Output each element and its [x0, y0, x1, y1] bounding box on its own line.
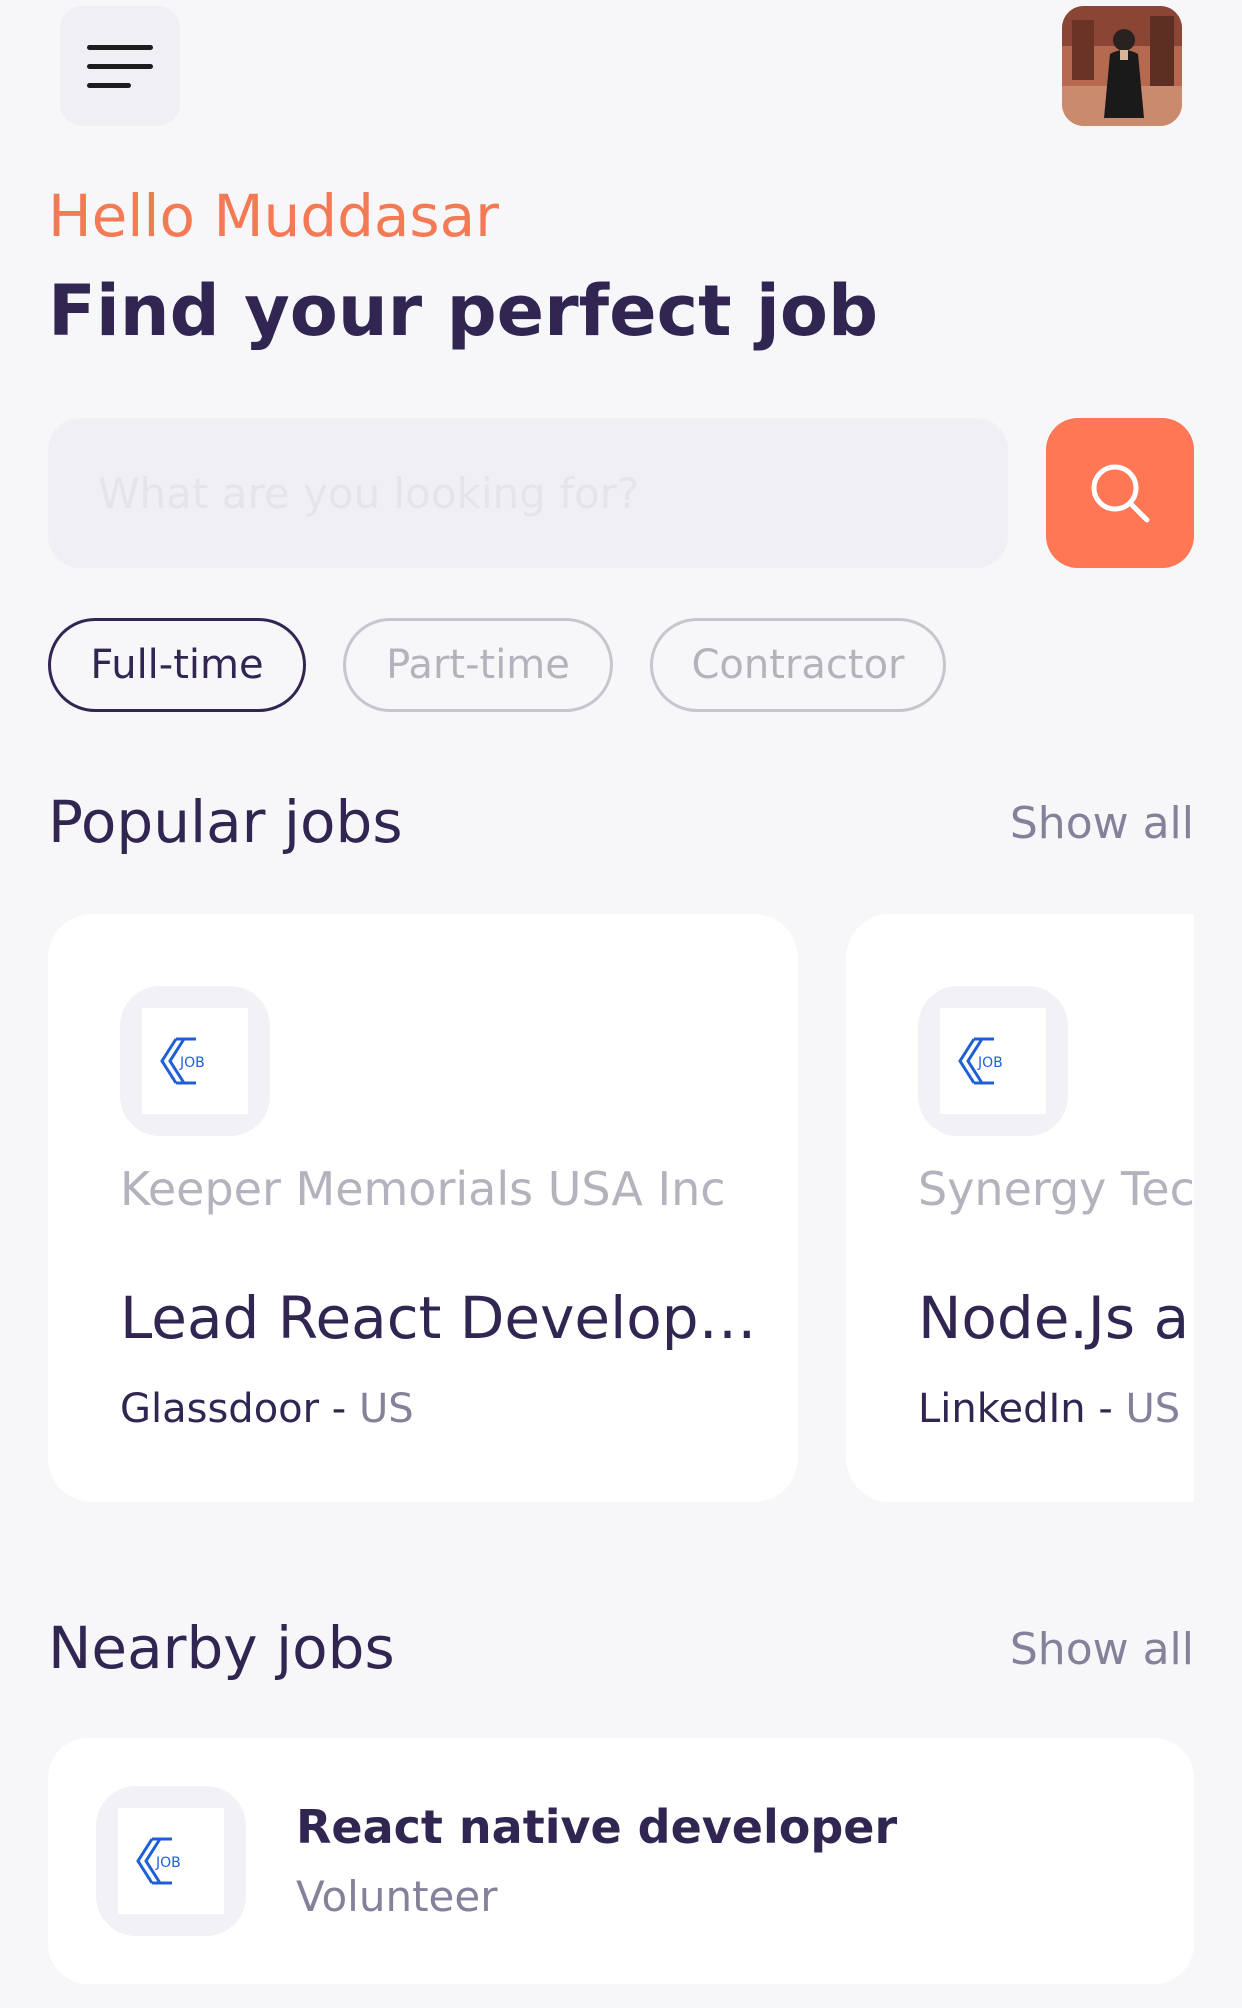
search-box	[48, 418, 1008, 568]
company-logo: JOB	[120, 986, 270, 1136]
profile-photo	[1062, 6, 1182, 126]
company-name: Synergy Tecl	[918, 1162, 1194, 1216]
search-input[interactable]	[48, 418, 1008, 568]
search-button[interactable]	[1046, 418, 1194, 568]
nearby-job-type: Volunteer	[296, 1872, 498, 1921]
avatar[interactable]	[1062, 6, 1182, 126]
svg-text:JOB: JOB	[179, 1055, 205, 1071]
company-name: Keeper Memorials USA Inc	[120, 1162, 726, 1216]
nearby-jobs-heading: Nearby jobs	[48, 1614, 395, 1682]
search-icon	[1091, 464, 1150, 523]
job-title: Node.Js a	[918, 1284, 1190, 1352]
company-logo: JOB	[96, 1786, 246, 1936]
menu-icon-bar	[87, 82, 131, 88]
company-logo: JOB	[918, 986, 1068, 1136]
popular-card-clip: JOB Synergy Tecl Node.Js a LinkedIn - US	[846, 914, 1194, 1502]
popular-job-card[interactable]: JOB Keeper Memorials USA Inc Lead React …	[48, 914, 798, 1502]
menu-icon	[87, 44, 153, 50]
svg-text:JOB: JOB	[155, 1855, 181, 1871]
nearby-show-all-link[interactable]: Show all	[1010, 1624, 1194, 1675]
popular-job-card[interactable]: JOB Synergy Tecl Node.Js a LinkedIn - US	[846, 914, 1194, 1502]
popular-show-all-link[interactable]: Show all	[1010, 798, 1194, 849]
greeting-text: Hello Muddasar	[48, 182, 500, 250]
tab-part-time[interactable]: Part-time	[343, 618, 613, 712]
page-title: Find your perfect job	[48, 270, 879, 352]
tab-contractor[interactable]: Contractor	[650, 618, 946, 712]
tab-full-time[interactable]: Full-time	[48, 618, 306, 712]
job-source: LinkedIn - US	[918, 1386, 1181, 1432]
menu-icon-bar	[87, 63, 153, 69]
menu-button[interactable]	[60, 6, 180, 126]
svg-text:JOB: JOB	[977, 1055, 1003, 1071]
job-logo-icon: JOB	[160, 1037, 205, 1085]
job-logo-icon: JOB	[958, 1037, 1003, 1085]
job-source: Glassdoor - US	[120, 1386, 414, 1432]
nearby-job-title: React native developer	[296, 1800, 898, 1854]
nearby-job-card[interactable]: JOB React native developer Volunteer	[48, 1738, 1194, 1984]
job-logo-icon: JOB	[136, 1837, 181, 1885]
job-title: Lead React Develop…	[120, 1284, 757, 1352]
popular-jobs-heading: Popular jobs	[48, 788, 403, 856]
